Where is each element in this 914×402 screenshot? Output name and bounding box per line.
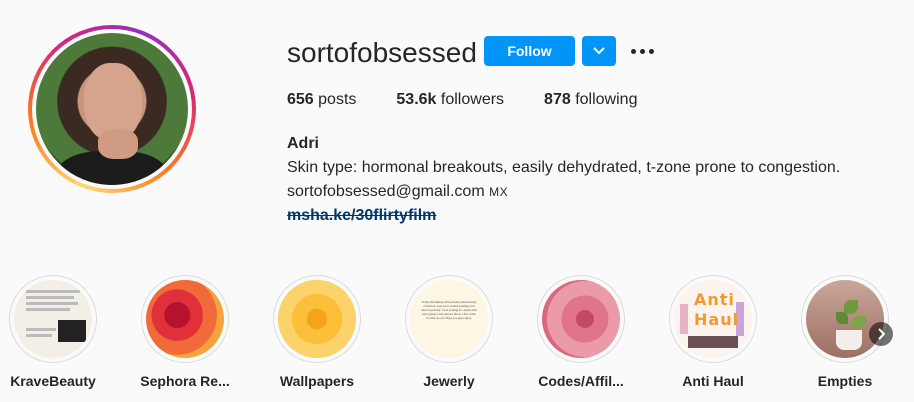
highlight-label: Jewerly — [423, 373, 475, 389]
following-stat[interactable]: 878 following — [544, 91, 637, 109]
suggested-accounts-button[interactable] — [582, 36, 616, 66]
highlight-ring: Today I'm sharing with you my small jewe… — [405, 275, 493, 363]
highlight-ring — [801, 275, 889, 363]
highlight-item[interactable]: Sephora Re... — [120, 275, 250, 389]
highlight-item[interactable]: Today I'm sharing with you my small jewe… — [384, 275, 514, 389]
profile-avatar-ring[interactable] — [28, 25, 196, 193]
highlight-ring — [9, 275, 97, 363]
followers-count: 53.6k — [396, 91, 437, 108]
bio-external-link[interactable]: msha.ke/30flirtyfilm — [287, 204, 840, 228]
posts-label: posts — [318, 91, 357, 108]
follow-button[interactable]: Follow — [484, 36, 575, 66]
highlight-item[interactable]: Wallpapers — [252, 275, 382, 389]
highlight-item[interactable]: KraveBeauty — [0, 275, 118, 389]
followers-stat[interactable]: 53.6k followers — [396, 91, 504, 109]
more-dot-icon — [648, 48, 654, 54]
chevron-right-icon — [878, 328, 885, 340]
anti-haul-thumbnail: Anti Haul — [674, 280, 752, 358]
highlight-label: Codes/Affil... — [538, 373, 624, 389]
red-rose-thumbnail — [146, 280, 224, 358]
more-dot-icon — [639, 48, 645, 54]
bio-location: MX — [489, 185, 509, 199]
posts-stat: 656 posts — [287, 91, 356, 109]
highlight-ring — [273, 275, 361, 363]
avatar-hand — [98, 129, 138, 159]
following-count: 878 — [544, 91, 571, 108]
highlight-label: KraveBeauty — [10, 373, 96, 389]
posts-count: 656 — [287, 91, 314, 108]
anti-haul-word: Haul — [694, 310, 740, 329]
text-screenshot-thumbnail — [14, 280, 92, 358]
highlights-next-button[interactable] — [869, 322, 893, 346]
profile-stats: 656 posts 53.6k followers 878 following — [287, 91, 677, 109]
more-dot-icon — [630, 48, 636, 54]
bio-line: Skin type: hormonal breakouts, easily de… — [287, 159, 841, 176]
bio-email: sortofobsessed@gmail.com — [287, 183, 485, 200]
followers-label: followers — [440, 91, 505, 108]
note-card-text: Today I'm sharing with you my small jewe… — [421, 300, 477, 320]
profile-full-name: Adri — [287, 135, 319, 152]
highlight-item[interactable]: Anti Haul Anti Haul — [648, 275, 778, 389]
profile-username: sortofobsessed — [287, 37, 477, 68]
profile-bio: Adri Skin type: hormonal breakouts, easi… — [287, 132, 840, 228]
following-label: following — [575, 91, 638, 108]
bio-contact-line: sortofobsessed@gmail.com MX — [287, 180, 840, 204]
chevron-down-icon — [593, 47, 605, 55]
yellow-flower-thumbnail — [278, 280, 356, 358]
highlight-label: Wallpapers — [279, 373, 355, 389]
highlight-ring: Anti Haul — [669, 275, 757, 363]
highlight-ring — [141, 275, 229, 363]
highlight-ring — [537, 275, 625, 363]
pink-rose-thumbnail — [542, 280, 620, 358]
anti-haul-word: Anti — [694, 290, 735, 309]
highlight-label: Empties — [817, 373, 873, 389]
highlight-label: Anti Haul — [682, 373, 744, 389]
note-card-thumbnail: Today I'm sharing with you my small jewe… — [410, 280, 488, 358]
highlight-item[interactable]: Codes/Affil... — [516, 275, 646, 389]
more-options-button[interactable] — [628, 38, 656, 64]
avatar[interactable] — [36, 33, 188, 185]
avatar-gap — [32, 29, 192, 189]
plant-pot-thumbnail — [806, 280, 884, 358]
highlight-label: Sephora Re... — [140, 373, 230, 389]
